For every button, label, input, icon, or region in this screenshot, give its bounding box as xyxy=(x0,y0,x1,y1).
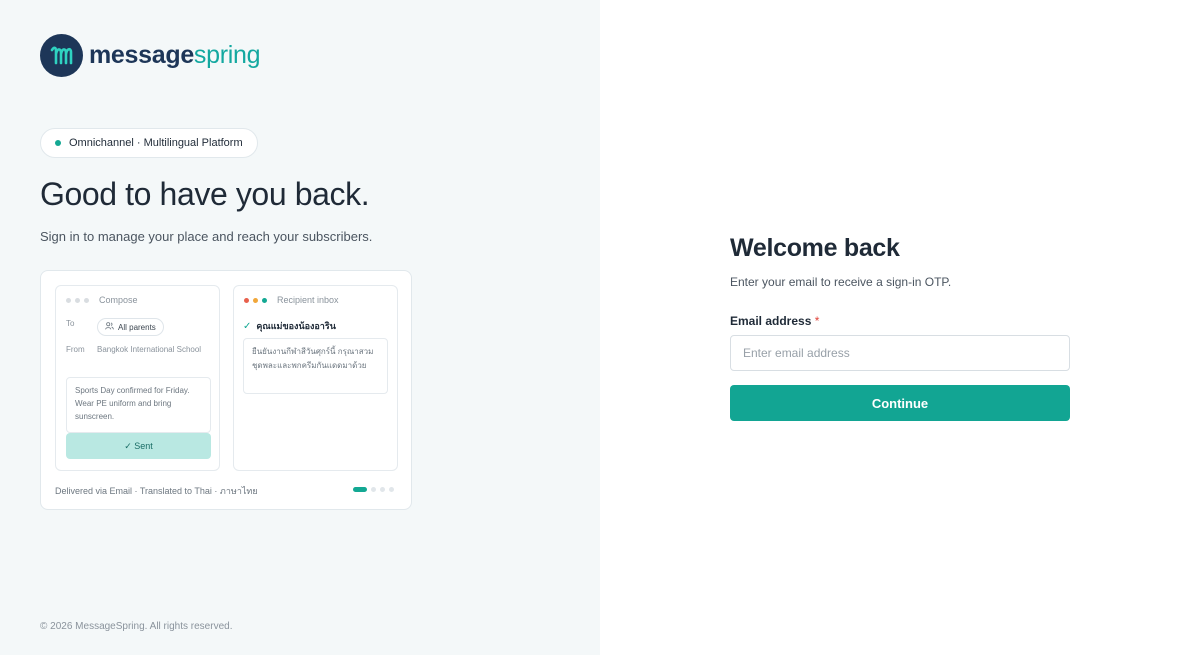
sign-in-form: Welcome back Enter your email to receive… xyxy=(730,234,1070,421)
inbox-card: Recipient inbox ✓ คุณแม่ของน้องอาริน ยืน… xyxy=(233,285,398,471)
delivery-note: Delivered via Email · Translated to Thai… xyxy=(55,486,258,496)
form-title: Welcome back xyxy=(730,234,900,262)
brand-logo[interactable]: messagespring xyxy=(40,34,261,77)
form-subtitle: Enter your email to receive a sign-in OT… xyxy=(730,275,952,289)
left-panel: messagespring Omnichannel · Multilingual… xyxy=(0,0,600,655)
window-dot-icon xyxy=(75,297,80,303)
compose-card: Compose To All parents From Bangkok Inte… xyxy=(55,285,220,471)
compose-card-header: Compose xyxy=(66,295,138,305)
pager-dot-active[interactable] xyxy=(353,487,367,492)
wave-m-icon xyxy=(40,34,83,77)
users-icon xyxy=(105,322,114,332)
window-dot-icon xyxy=(244,297,249,303)
platform-badge-label: Omnichannel · Multilingual Platform xyxy=(69,137,243,149)
recipient-chip: All parents xyxy=(97,318,164,336)
window-dot-icon xyxy=(84,297,89,303)
recipient-name-label: คุณแม่ของน้องอาริน xyxy=(256,321,336,331)
inbox-title: Recipient inbox xyxy=(277,295,339,305)
window-dot-icon xyxy=(66,297,71,303)
pager-dot[interactable] xyxy=(389,487,394,492)
recipient-chip-label: All parents xyxy=(118,322,156,332)
recipient-name: ✓ คุณแม่ของน้องอาริน xyxy=(243,319,336,333)
brand-name-part1: message xyxy=(89,41,194,69)
brand-name: messagespring xyxy=(89,41,261,70)
message-preview-card: Compose To All parents From Bangkok Inte… xyxy=(40,270,412,510)
hero-headline: Good to have you back. xyxy=(40,176,370,212)
brand-name-part2: spring xyxy=(193,41,261,69)
hero-subline: Sign in to manage your place and reach y… xyxy=(40,229,373,244)
email-label-text: Email address xyxy=(730,314,812,328)
to-label: To xyxy=(66,319,75,328)
pager-dot[interactable] xyxy=(371,487,376,492)
from-label: From xyxy=(66,345,85,354)
from-value: Bangkok International School xyxy=(97,345,202,354)
compose-message: Sports Day confirmed for Friday. Wear PE… xyxy=(66,377,211,433)
required-mark: * xyxy=(814,314,820,328)
check-icon: ✓ xyxy=(243,320,252,332)
right-panel: Welcome back Enter your email to receive… xyxy=(600,0,1200,655)
inbox-card-header: Recipient inbox xyxy=(244,295,339,305)
window-dot-icon xyxy=(253,297,258,303)
status-dot-icon xyxy=(55,140,61,146)
compose-title: Compose xyxy=(99,295,138,305)
pager-dot[interactable] xyxy=(380,487,385,492)
continue-button[interactable]: Continue xyxy=(730,385,1070,421)
sent-status: ✓ Sent xyxy=(66,433,211,459)
window-dot-icon xyxy=(262,297,267,303)
email-label: Email address * xyxy=(730,314,1070,328)
inbox-message: ยืนยันงานกีฬาสีวันศุกร์นี้ กรุณาสวมชุดพล… xyxy=(243,338,388,394)
platform-badge: Omnichannel · Multilingual Platform xyxy=(40,128,258,158)
copyright-text: © 2026 MessageSpring. All rights reserve… xyxy=(40,621,233,632)
email-field[interactable] xyxy=(730,335,1070,371)
carousel-pager xyxy=(353,487,394,492)
